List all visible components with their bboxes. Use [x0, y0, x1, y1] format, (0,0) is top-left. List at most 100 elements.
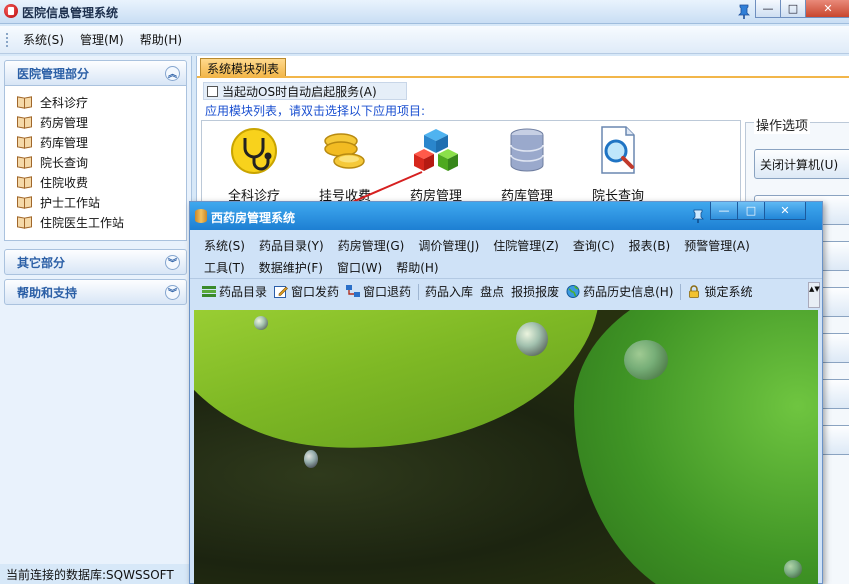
autostart-checkbox-row[interactable]: 当起动OS时自动启起服务(A): [203, 82, 407, 100]
book-icon: [17, 177, 31, 187]
autostart-checkbox[interactable]: [207, 85, 218, 97]
module-hint-text: 应用模块列表，请双击选择以下应用项目:: [205, 104, 426, 118]
toolbar-scroll-arrows[interactable]: ▲▼: [808, 282, 820, 308]
list-icon: [202, 286, 216, 297]
nav-item-doctor-station[interactable]: 住院医生工作站: [17, 212, 186, 232]
pharmacy-menu-query[interactable]: 查询(C): [573, 237, 615, 254]
database-icon: [510, 128, 544, 172]
database-small-icon: [195, 209, 207, 223]
pin-icon[interactable]: [737, 4, 751, 20]
toolbar-drug-stock-in[interactable]: 药品入库: [425, 283, 473, 300]
ops-title: 操作选项: [754, 115, 811, 134]
pharmacy-menu-alert[interactable]: 预警管理(A): [684, 237, 750, 254]
background-leaf-photo: [194, 310, 818, 584]
pharmacy-menu-row-2: 工具(T) 数据维护(F) 窗口(W) 帮助(H): [190, 256, 822, 278]
pharmacy-minimize-button[interactable]: —: [710, 202, 738, 220]
main-close-button[interactable]: ✕: [805, 0, 849, 18]
pharmacy-menu-tools[interactable]: 工具(T): [204, 259, 245, 276]
pharmacy-toolbar: 药品目录 窗口发药 窗口退药 药品入库 盘点 报损报废 药品历史信息(H) 锁定…: [190, 278, 822, 304]
nav-item-inpatient-billing[interactable]: 住院收费: [17, 172, 186, 192]
main-minimize-button[interactable]: —: [755, 0, 781, 18]
nav-item-nurse-station[interactable]: 护士工作站: [17, 192, 186, 212]
pharmacy-menu-system[interactable]: 系统(S): [204, 237, 245, 254]
magnifier-document-icon: [601, 126, 635, 174]
autostart-label: 当起动OS时自动启起服务(A): [222, 84, 377, 99]
network-icon: [346, 285, 361, 297]
nav-item-director-query[interactable]: 院长查询: [17, 152, 186, 172]
menu-grip-handle: [6, 32, 9, 47]
module-registration[interactable]: 挂号收费: [305, 125, 385, 204]
nav-item-label: 住院医生工作站: [40, 215, 125, 230]
book-icon: [17, 157, 31, 167]
toolbar-separator: [418, 283, 420, 300]
toolbar-window-return[interactable]: 窗口退药: [346, 283, 411, 300]
nav-header-hospital-label: 医院管理部分: [17, 66, 90, 81]
toolbar-label: 药品入库: [425, 285, 474, 299]
pin-icon[interactable]: [692, 209, 704, 223]
nav-item-label: 药库管理: [40, 135, 89, 150]
toolbar-inventory-check[interactable]: 盘点: [480, 283, 504, 300]
menu-manage[interactable]: 管理(M): [72, 31, 132, 48]
module-drug-store[interactable]: 药库管理: [487, 125, 567, 204]
water-drop: [624, 340, 668, 380]
nav-header-help[interactable]: 帮助和支持 ︾: [4, 279, 187, 305]
toolbar-label: 药品目录: [219, 285, 268, 299]
pharmacy-close-button[interactable]: ✕: [764, 202, 806, 220]
toolbar-window-dispense[interactable]: 窗口发药: [274, 283, 339, 300]
nav-item-label: 院长查询: [40, 155, 89, 170]
book-icon: [17, 197, 31, 207]
expand-chevron-icon[interactable]: ︾: [165, 255, 180, 270]
main-window-title: 医院信息管理系统: [22, 6, 119, 20]
module-pharmacy[interactable]: 药房管理: [396, 125, 476, 204]
pharmacy-menu-price-adjust[interactable]: 调价管理(J): [418, 237, 479, 254]
nav-body-hospital: 全科诊疗 药房管理 药库管理 院长查询 住院收费 护士工作站 住院医生工作站: [4, 86, 187, 241]
menu-help[interactable]: 帮助(H): [132, 31, 190, 48]
toolbar-label: 药品历史信息(H): [583, 285, 674, 299]
nav-item-drug-store[interactable]: 药库管理: [17, 132, 186, 152]
toolbar-label: 盘点: [480, 285, 505, 299]
pharmacy-menu-data-maintenance[interactable]: 数据维护(F): [259, 259, 323, 276]
pharmacy-menu-drug-catalog[interactable]: 药品目录(Y): [259, 237, 324, 254]
main-title-bar: 医院信息管理系统 — □ ✕: [0, 0, 849, 24]
nav-group-help: 帮助和支持 ︾: [4, 279, 187, 305]
toolbar-drug-catalog[interactable]: 药品目录: [202, 283, 267, 300]
module-director-query[interactable]: 院长查询: [578, 125, 658, 204]
nav-header-hospital[interactable]: 医院管理部分 ︽: [4, 60, 187, 86]
pharmacy-menu-window[interactable]: 窗口(W): [337, 259, 382, 276]
collapse-chevron-icon[interactable]: ︽: [165, 66, 180, 81]
lock-icon: [689, 285, 700, 298]
pharmacy-menu-report[interactable]: 报表(B): [629, 237, 671, 254]
module-list-panel: 全科诊疗 挂号收费 药房管理 药库管理 院长查询: [201, 120, 741, 210]
nav-item-label: 药房管理: [40, 115, 89, 130]
globe-icon: [566, 285, 580, 298]
pharmacy-title-bar: 西药房管理系统 — □ ✕: [190, 202, 822, 230]
stethoscope-icon: [231, 128, 277, 174]
toolbar-label: 锁定系统: [704, 285, 753, 299]
menu-system[interactable]: 系统(S): [15, 31, 72, 48]
nav-item-pharmacy[interactable]: 药房管理: [17, 112, 186, 132]
toolbar-drug-history[interactable]: 药品历史信息(H): [566, 283, 673, 300]
coins-icon: [324, 133, 365, 169]
pharmacy-window-title: 西药房管理系统: [211, 211, 296, 225]
pharmacy-menu-inpatient[interactable]: 住院管理(Z): [493, 237, 559, 254]
module-general-clinic[interactable]: 全科诊疗: [214, 125, 294, 204]
nav-item-label: 全科诊疗: [40, 95, 89, 110]
toolbar-damage-report[interactable]: 报损报废: [511, 283, 559, 300]
nav-header-other[interactable]: 其它部分 ︾: [4, 249, 187, 275]
leaf-shape-right: [574, 310, 818, 584]
nav-item-general-clinic[interactable]: 全科诊疗: [17, 92, 186, 112]
pharmacy-window: 西药房管理系统 — □ ✕ 系统(S) 药品目录(Y) 药房管理(G) 调价管理…: [189, 201, 823, 584]
shutdown-computer-button[interactable]: 关闭计算机(U): [754, 149, 849, 179]
pharmacy-maximize-button[interactable]: □: [737, 202, 765, 220]
pharmacy-menu-row-1: 系统(S) 药品目录(Y) 药房管理(G) 调价管理(J) 住院管理(Z) 查询…: [190, 234, 822, 256]
main-maximize-button[interactable]: □: [780, 0, 806, 18]
toolbar-label: 窗口发药: [291, 285, 340, 299]
toolbar-lock-system[interactable]: 锁定系统: [687, 283, 753, 300]
expand-chevron-icon[interactable]: ︾: [165, 285, 180, 300]
pharmacy-menu-help[interactable]: 帮助(H): [396, 259, 438, 276]
nav-header-other-label: 其它部分: [17, 255, 66, 270]
tab-module-list[interactable]: 系统模块列表: [200, 58, 287, 77]
tab-underline: [197, 76, 849, 78]
pharmacy-menu-pharmacy-manage[interactable]: 药房管理(G): [338, 237, 405, 254]
toolbar-label: 窗口退药: [363, 285, 412, 299]
